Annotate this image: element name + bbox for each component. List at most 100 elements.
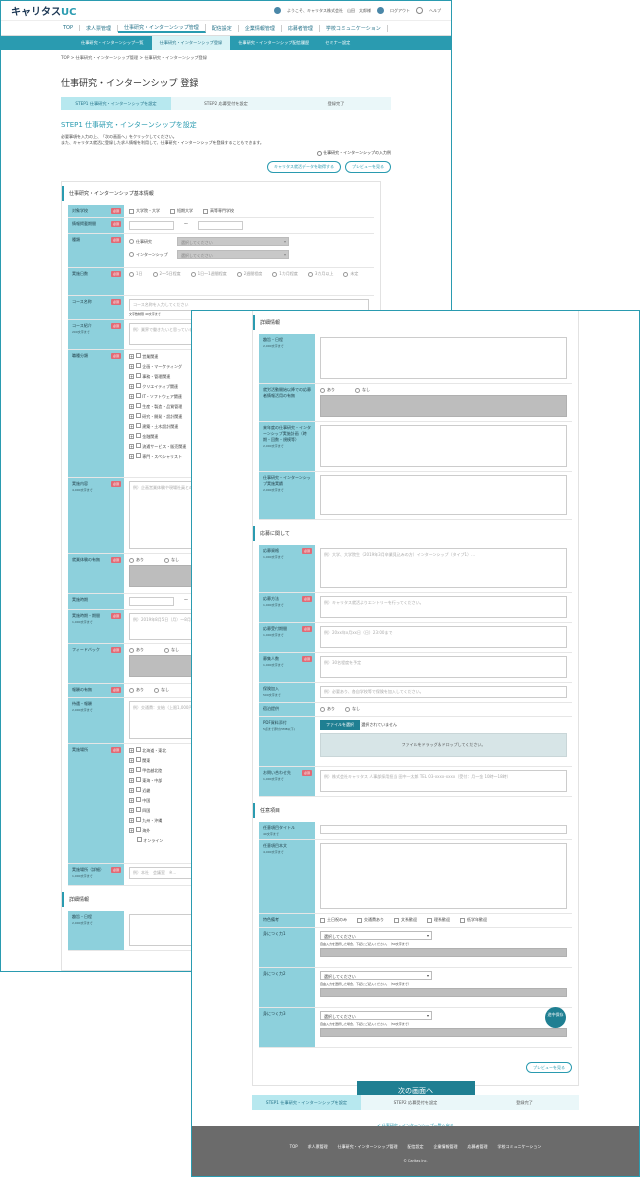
paid-use-no-radio[interactable]: なし — [355, 387, 370, 393]
lodging-no-radio[interactable]: なし — [345, 706, 360, 712]
preview-button-top[interactable]: プレビューを見る — [345, 161, 391, 173]
feature-checkbox[interactable]: 理系歓迎 — [427, 917, 450, 923]
job-item[interactable]: + 生産・製造・品質管理 — [129, 403, 186, 410]
type-radio[interactable]: インターンシップ — [129, 250, 169, 259]
place-item[interactable]: + 北海道・東北 — [129, 747, 166, 754]
days-radio[interactable]: 1日〜1週間程度 — [190, 271, 227, 277]
place-item[interactable]: + 四国 — [129, 807, 166, 814]
future-textarea[interactable] — [320, 425, 567, 467]
contact-row: お問い合わせ先 1,000文字まで 必須 例）株式会社キャリタス 人事部採用担当 田中… — [259, 767, 572, 797]
file-select-button[interactable]: ファイルを選択 — [320, 720, 360, 730]
place-item[interactable]: + 甲信越北陸 — [129, 767, 166, 774]
lodging-yes-radio[interactable]: あり — [320, 706, 335, 712]
free-title-input[interactable] — [320, 825, 567, 834]
preview-button-bottom[interactable]: プレビューを見る — [526, 1062, 572, 1073]
count-textarea[interactable]: 例）30名程度を予定 — [320, 656, 567, 678]
place-item[interactable]: + 関東 — [129, 757, 166, 764]
job-item[interactable]: + 研究・開発・設計関連 — [129, 413, 186, 420]
job-item[interactable]: + 金融関連 — [129, 433, 186, 440]
place-item[interactable]: + 海外 — [129, 827, 166, 834]
help-link[interactable]: ヘルプ — [429, 8, 441, 14]
footer-link[interactable]: 応募者管理 — [467, 1144, 487, 1150]
nav-jobs[interactable]: 求人票管理 — [80, 24, 119, 32]
place-item[interactable]: オンライン — [129, 837, 166, 844]
logout-link[interactable]: ログアウト — [390, 8, 410, 14]
days-radio[interactable]: 3カ月以上 — [307, 271, 333, 277]
paid-yes-radio[interactable]: あり — [129, 557, 144, 563]
date-input[interactable] — [129, 597, 174, 606]
help-icon[interactable] — [416, 7, 423, 14]
feature-checkbox[interactable]: 文系歓迎 — [394, 917, 417, 923]
description-line-2: また、キャリタス就活に登録した求人情報を利用して、仕事研究・インターンシップを登… — [61, 140, 264, 145]
feedback-no-radio[interactable]: なし — [164, 647, 179, 653]
job-item[interactable]: + 専門・スペシャリスト — [129, 453, 186, 460]
place-item[interactable]: + 中国 — [129, 797, 166, 804]
footer-link[interactable]: 学校コミュニケーション — [497, 1144, 541, 1150]
target-checkbox[interactable]: 高等専門学校 — [203, 208, 234, 214]
paid-use-yes-radio[interactable]: あり — [320, 387, 335, 393]
place-item[interactable]: + 近畿 — [129, 787, 166, 794]
days-radio[interactable]: 2週間程度 — [236, 271, 262, 277]
insurance-input[interactable]: 例）必要あり、各自学校等で保険を加入してください。 — [320, 686, 567, 698]
job-item[interactable]: + 事務・管理関連 — [129, 373, 186, 380]
footer-link[interactable]: 求人票管理 — [308, 1144, 328, 1150]
contact-textarea[interactable]: 例）株式会社キャリタス 人事部採用担当 田中一太郎 TEL 03-xxxx-xx… — [320, 770, 567, 792]
type-radio[interactable]: 仕事研究 — [129, 237, 169, 246]
guide-link[interactable]: 仕事研究・インターンシップの入力例 — [323, 150, 391, 155]
subnav-register[interactable]: 仕事研究・インターンシップ登録 — [151, 36, 231, 50]
apply-method-textarea[interactable]: 例）キャリタス就活よりエントリーを行ってください。 — [320, 596, 567, 618]
job-item[interactable]: + 建築・土木設計関連 — [129, 423, 186, 430]
place-item[interactable]: + 九州・沖縄 — [129, 817, 166, 824]
type-select[interactable]: 選択してください — [177, 237, 289, 246]
target-checkbox[interactable]: 短期大学 — [170, 208, 193, 214]
apply-req-textarea[interactable]: 例）大学、大学院生（2019年3月卒業見込みの方）インターンシップ（タイプ1）… — [320, 548, 567, 588]
record-textarea[interactable] — [320, 475, 567, 515]
nav-applicants[interactable]: 応募者管理 — [282, 24, 320, 32]
footer-link[interactable]: TOP — [290, 1144, 298, 1150]
subnav-list[interactable]: 仕事研究・インターンシップ一覧 — [73, 40, 152, 46]
days-radio[interactable]: 1日 — [129, 271, 143, 277]
job-item[interactable]: + IT・ソフトウェア関連 — [129, 393, 186, 400]
nav-delivery[interactable]: 配信設定 — [206, 24, 239, 32]
footer-link[interactable]: 仕事研究・インターンシップ管理 — [338, 1144, 398, 1150]
period-end-input[interactable] — [198, 221, 243, 230]
target-checkbox[interactable]: 大学院・大学 — [129, 208, 160, 214]
job-item[interactable]: + 流通サービス・販売関連 — [129, 443, 186, 450]
place-item[interactable]: + 東海・中部 — [129, 777, 166, 784]
skill1-select[interactable]: 選択してください — [320, 931, 432, 940]
file-drop-zone[interactable]: ファイルをドラッグ＆ドロップしてください。 — [320, 733, 567, 757]
schedule-textarea[interactable] — [320, 337, 567, 379]
footer-link[interactable]: 企業情報管理 — [433, 1144, 457, 1150]
feedback-yes-radio[interactable]: あり — [129, 647, 144, 653]
feature-checkbox[interactable]: 土日祝のみ — [320, 917, 347, 923]
reward-yes-radio[interactable]: あり — [129, 687, 144, 693]
logout-icon[interactable] — [377, 7, 384, 14]
days-radio[interactable]: 1カ月程度 — [272, 271, 298, 277]
skill1-row: 身につく力1 選択してください自由入力を選択した場合、下記にご記入ください。（5… — [259, 928, 572, 968]
deadline-textarea[interactable]: 例）20xx年x月xx日（日）23:00まで — [320, 626, 567, 648]
footer-link[interactable]: 配信設定 — [407, 1144, 423, 1150]
job-item[interactable]: + 企画・マーケティング — [129, 363, 186, 370]
type-select[interactable]: 選択してください — [177, 250, 289, 259]
job-item[interactable]: + 営業関連 — [129, 353, 186, 360]
skill3-select[interactable]: 選択してください — [320, 1011, 432, 1020]
site-logo[interactable]: キャリタスUC — [11, 3, 76, 18]
free-body-textarea[interactable] — [320, 843, 567, 909]
job-item[interactable]: + クリエイティブ関連 — [129, 383, 186, 390]
subnav-seminar[interactable]: セミナー設定 — [317, 40, 358, 46]
draft-save-button[interactable]: 途中保存 — [545, 1007, 566, 1028]
period-start-input[interactable] — [129, 221, 174, 230]
nav-school[interactable]: 学校コミュニケーション — [320, 24, 388, 32]
subnav-history[interactable]: 仕事研究・インターンシップ配信履歴 — [230, 40, 317, 46]
nav-internship[interactable]: 仕事研究・インターンシップ管理 — [118, 23, 206, 33]
days-radio[interactable]: 2〜5日程度 — [152, 271, 181, 277]
nav-company[interactable]: 企業情報管理 — [239, 24, 282, 32]
days-radio[interactable]: 未定 — [343, 271, 358, 277]
skill2-select[interactable]: 選択してください — [320, 971, 432, 980]
feature-checkbox[interactable]: 低学年歓迎 — [460, 917, 487, 923]
copy-data-button[interactable]: キャリタス就活データを取得する — [267, 161, 341, 173]
paid-no-radio[interactable]: なし — [164, 557, 179, 563]
feature-checkbox[interactable]: 交通費あり — [357, 917, 384, 923]
reward-no-radio[interactable]: なし — [154, 687, 169, 693]
nav-top[interactable]: TOP — [57, 25, 81, 31]
